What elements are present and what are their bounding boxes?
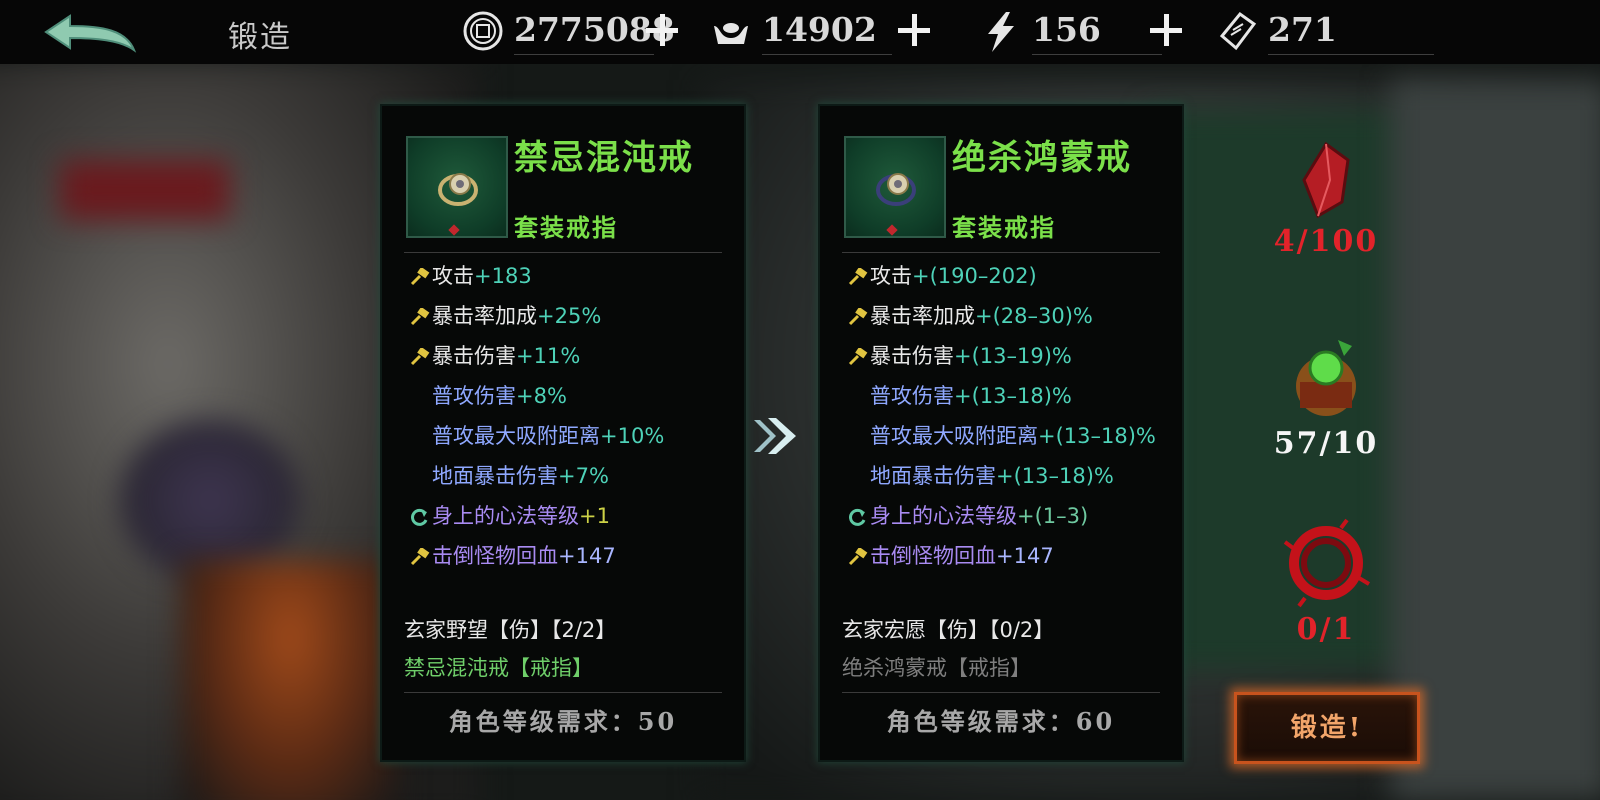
stat-row: 普攻伤害+8%: [432, 384, 567, 408]
forge-button[interactable]: 锻造!: [1234, 692, 1420, 764]
upgrade-arrow-icon: [754, 418, 796, 454]
material-count: 57/10: [1273, 426, 1379, 461]
material-count: 4/100: [1273, 224, 1379, 259]
green-orb-icon: [1296, 340, 1356, 416]
divider: [404, 252, 722, 253]
add-energy-button[interactable]: [1148, 12, 1184, 48]
stat-row: 地面暴击伤害+(13–18)%: [870, 464, 1114, 488]
stat-row: 暴击伤害+(13–19)%: [842, 336, 1172, 376]
item-name: 禁忌混沌戒: [514, 138, 694, 178]
set-name: 玄家宏愿【伤】【0/2】: [842, 618, 1055, 642]
stat-row: 攻击+(190–202): [842, 256, 1172, 296]
page-title: 锻造: [228, 20, 292, 55]
material-red-crystal[interactable]: 4/100: [1266, 140, 1386, 259]
divider: [404, 692, 722, 693]
ring-icon: [876, 173, 916, 206]
ticket-value: 271: [1268, 10, 1337, 49]
top-bar: 锻造 2775088 14902 156 271: [0, 0, 1600, 64]
item-thumbnail: [406, 136, 508, 238]
stat-row: 普攻最大吸附距离+(13–18)%: [870, 424, 1156, 448]
lightning-icon: [988, 12, 1014, 52]
energy-value: 156: [1032, 10, 1101, 49]
hammer-icon: [848, 548, 868, 566]
hammer-icon: [410, 268, 430, 286]
level-requirement: 角色等级需求：50: [448, 707, 678, 736]
copper-coin-icon: [463, 11, 503, 51]
add-silver-button[interactable]: [896, 12, 932, 48]
resource-silver: 14902: [710, 8, 940, 55]
item-name: 绝杀鸿蒙戒: [952, 138, 1132, 178]
hammer-icon: [848, 308, 868, 326]
silver-value: 14902: [762, 10, 877, 49]
set-piece: 绝杀鸿蒙戒【戒指】: [842, 656, 1031, 680]
stat-row: 击倒怪物回血+147: [404, 536, 734, 576]
item-type: 套装戒指: [952, 213, 1056, 242]
stat-row: 击倒怪物回血+147: [842, 536, 1172, 576]
refresh-icon: [411, 508, 428, 526]
red-crystal-icon: [1302, 141, 1350, 219]
hammer-icon: [848, 268, 868, 286]
hammer-icon: [848, 348, 868, 366]
ticket-icon: [1219, 11, 1257, 51]
material-green-orb[interactable]: 57/10: [1266, 326, 1386, 461]
level-requirement: 角色等级需求：60: [886, 707, 1116, 736]
stat-row: 攻击+183: [404, 256, 734, 296]
resource-ticket: 271: [1216, 8, 1436, 55]
stat-row: 暴击率加成+(28–30)%: [842, 296, 1172, 336]
stat-row: 身上的心法等级+1: [404, 496, 734, 536]
red-thorn-ring-icon: [1283, 518, 1371, 608]
material-count: 0/1: [1296, 612, 1356, 647]
hammer-icon: [410, 348, 430, 366]
stat-row: 地面暴击伤害+7%: [432, 464, 609, 488]
stat-list: 攻击+183 暴击率加成+25% 暴击伤害+11% 普攻伤害+8% 普攻最大吸附…: [404, 256, 734, 576]
resource-copper: 2775088: [462, 8, 682, 55]
stat-row: 暴击率加成+25%: [404, 296, 734, 336]
add-copper-button[interactable]: [644, 12, 680, 48]
silver-ingot-icon: [714, 23, 748, 44]
set-piece: 禁忌混沌戒【戒指】: [404, 656, 593, 680]
stat-row: 暴击伤害+11%: [404, 336, 734, 376]
stat-row: 普攻伤害+(13–18)%: [870, 384, 1072, 408]
set-name: 玄家野望【伤】【2/2】: [404, 618, 617, 642]
current-item-panel: 禁忌混沌戒 套装戒指 攻击+183 暴击率加成+25% 暴击伤害+11% 普攻伤…: [382, 106, 744, 760]
material-red-thorn-ring[interactable]: 0/1: [1266, 518, 1386, 647]
divider: [842, 252, 1160, 253]
hammer-icon: [410, 548, 430, 566]
next-item-panel: 绝杀鸿蒙戒 套装戒指 攻击+(190–202) 暴击率加成+(28–30)% 暴…: [820, 106, 1182, 760]
item-thumbnail: [844, 136, 946, 238]
back-arrow-icon[interactable]: [40, 10, 140, 58]
divider: [842, 692, 1160, 693]
item-type: 套装戒指: [514, 213, 618, 242]
stat-row: 普攻最大吸附距离+10%: [432, 424, 665, 448]
stat-row: 身上的心法等级+(1–3): [842, 496, 1172, 536]
ring-icon: [438, 173, 478, 206]
refresh-icon: [849, 508, 866, 526]
stat-list: 攻击+(190–202) 暴击率加成+(28–30)% 暴击伤害+(13–19)…: [842, 256, 1172, 576]
resource-energy: 156: [980, 8, 1190, 55]
hammer-icon: [410, 308, 430, 326]
